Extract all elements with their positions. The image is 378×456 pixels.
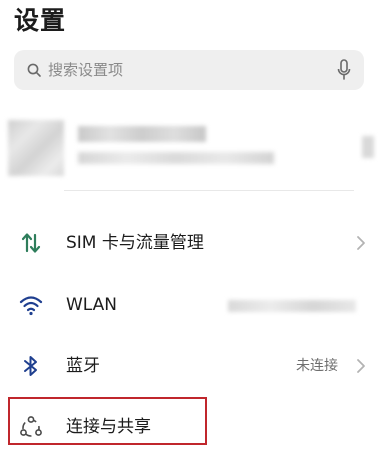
account-card[interactable] [0,110,378,190]
menu-item-sim-data[interactable]: SIM 卡与流量管理 [0,214,378,272]
account-extra-redacted [362,136,374,158]
wifi-icon [19,296,43,316]
account-subtitle-redacted [78,152,274,164]
search-bar[interactable] [14,50,364,90]
bluetooth-icon [24,356,37,376]
menu-item-label: WLAN [66,295,118,315]
sim-data-arrows-icon [21,233,41,253]
chevron-right-icon [357,359,365,373]
page-title: 设置 [14,6,67,35]
search-icon [27,63,41,77]
menu-item-bluetooth[interactable]: 蓝牙 未连接 [0,337,378,395]
divider [64,190,354,191]
account-name-redacted [78,126,206,142]
menu-item-wlan[interactable]: WLAN [0,276,378,334]
search-input[interactable] [48,50,328,90]
avatar [8,120,64,176]
wifi-network-name-redacted [228,300,356,312]
chevron-right-icon [357,236,365,250]
menu-item-label: SIM 卡与流量管理 [66,233,204,253]
menu-item-label: 蓝牙 [66,356,100,376]
highlight-box [8,397,207,445]
microphone-icon[interactable] [336,59,352,81]
bluetooth-status: 未连接 [296,358,338,374]
